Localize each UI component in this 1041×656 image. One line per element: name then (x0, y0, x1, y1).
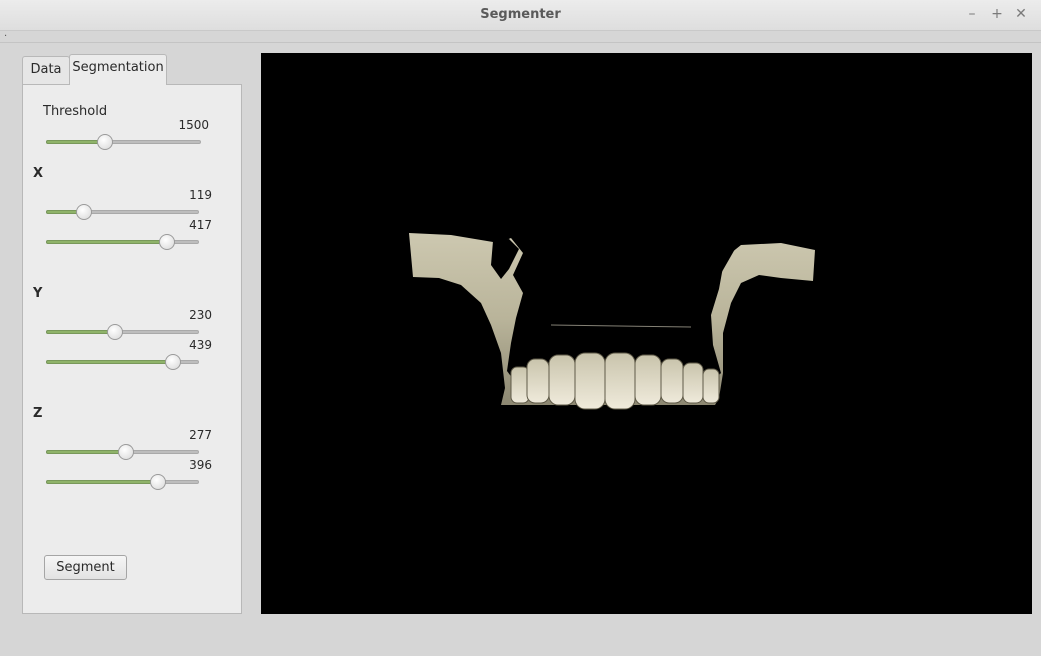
y-min-value: 230 (189, 308, 212, 322)
tooth (604, 352, 636, 410)
window-title: Segmenter (480, 7, 561, 22)
palate-notch (563, 235, 661, 297)
tooth (634, 354, 662, 406)
z-axis-label: Z (33, 406, 43, 421)
tooth (526, 358, 550, 404)
slider-handle[interactable] (76, 204, 93, 220)
slider-handle[interactable] (117, 444, 134, 460)
tooth (660, 358, 684, 404)
tooth (682, 362, 704, 404)
tab-data[interactable]: Data (22, 56, 70, 85)
slider-fill (46, 240, 167, 244)
skull-volume-render (409, 233, 815, 410)
slider-fill (46, 360, 173, 364)
minimize-icon[interactable]: – (963, 5, 981, 23)
z-max-slider[interactable] (46, 474, 199, 490)
divider (0, 42, 1041, 43)
z-min-value: 277 (189, 428, 212, 442)
slider-handle[interactable] (158, 234, 175, 250)
threshold-value: 1500 (178, 118, 209, 132)
maximize-icon[interactable]: + (988, 5, 1006, 23)
slider-fill (46, 330, 115, 334)
3d-render-viewport[interactable] (261, 53, 1032, 614)
bone-ridge (550, 324, 692, 328)
slider-fill (46, 450, 126, 454)
slider-handle[interactable] (149, 474, 166, 490)
tooth (574, 352, 606, 410)
slider-fill (46, 480, 158, 484)
tab-segmentation[interactable]: Segmentation (69, 54, 167, 85)
y-max-value: 439 (189, 338, 212, 352)
x-max-slider[interactable] (46, 234, 199, 250)
x-max-value: 417 (189, 218, 212, 232)
x-axis-label: X (33, 166, 44, 181)
segment-button[interactable]: Segment (44, 555, 127, 580)
slider-handle[interactable] (106, 324, 123, 340)
title-bar: Segmenter – + ✕ (0, 0, 1041, 31)
x-min-value: 119 (189, 188, 212, 202)
close-icon[interactable]: ✕ (1012, 5, 1030, 23)
slider-handle[interactable] (164, 354, 181, 370)
tooth (702, 368, 720, 404)
tooth (510, 366, 530, 404)
threshold-label: Threshold (43, 104, 108, 119)
y-max-slider[interactable] (46, 354, 199, 370)
menu-bar[interactable]: . (4, 28, 7, 39)
threshold-slider[interactable] (46, 134, 201, 150)
teeth-row (510, 352, 720, 410)
y-axis-label: Y (33, 286, 43, 301)
slider-handle[interactable] (96, 134, 113, 150)
tooth (548, 354, 576, 406)
z-max-value: 396 (189, 458, 212, 472)
